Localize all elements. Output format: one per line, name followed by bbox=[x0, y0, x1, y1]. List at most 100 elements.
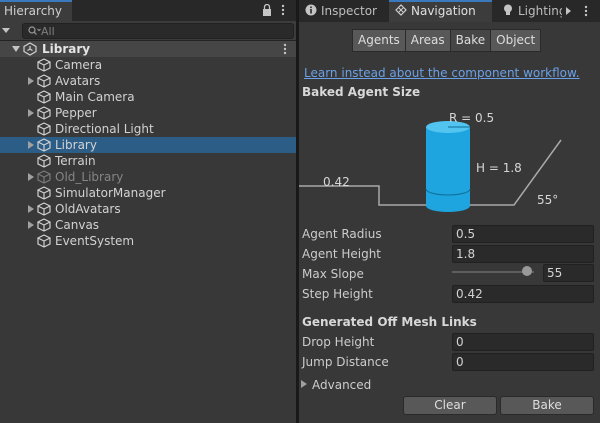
hierarchy-item-label: EventSystem bbox=[55, 234, 135, 248]
hierarchy-item[interactable]: Library bbox=[0, 137, 296, 153]
hierarchy-search-box[interactable] bbox=[22, 23, 294, 39]
scene-name: Library bbox=[42, 42, 91, 56]
step-label: 0.42 bbox=[323, 175, 350, 189]
lock-icon[interactable] bbox=[262, 4, 272, 16]
hierarchy-panel: Hierarchy Library CameraAva bbox=[0, 0, 296, 423]
tab-inspector-label: Inspector bbox=[321, 4, 377, 18]
tab-lighting-label: Lighting bbox=[518, 4, 562, 18]
gameobject-cube-icon bbox=[37, 138, 51, 152]
hierarchy-item-label: OldAvatars bbox=[55, 202, 121, 216]
inspector-tab-bar: Inspector Navigation Lighting bbox=[299, 0, 600, 22]
nav-tab-agents[interactable]: Agents bbox=[352, 29, 405, 52]
gameobject-cube-icon bbox=[37, 170, 51, 184]
info-icon bbox=[305, 4, 317, 16]
tab-navigation[interactable]: Navigation bbox=[389, 0, 492, 22]
nav-tab-object[interactable]: Object bbox=[490, 29, 542, 52]
scene-row[interactable]: Library bbox=[0, 41, 296, 57]
offmesh-links-heading: Generated Off Mesh Links bbox=[302, 315, 477, 329]
step-height-field[interactable]: 0.42 bbox=[452, 285, 594, 303]
tab-lighting[interactable]: Lighting bbox=[496, 0, 562, 22]
agent-cylinder bbox=[425, 121, 471, 212]
fold-collapsed-icon[interactable] bbox=[28, 141, 34, 149]
max-slope-slider-handle[interactable] bbox=[522, 266, 533, 276]
create-dropdown-icon[interactable] bbox=[2, 28, 10, 33]
hierarchy-item[interactable]: Old_Library bbox=[0, 169, 296, 185]
advanced-foldout-label[interactable]: Advanced bbox=[312, 378, 371, 392]
fold-collapsed-icon[interactable] bbox=[28, 77, 34, 85]
fold-collapsed-icon[interactable] bbox=[28, 221, 34, 229]
bake-button[interactable]: Bake bbox=[500, 396, 594, 415]
lightbulb-icon bbox=[504, 4, 512, 15]
jump-distance-field[interactable]: 0 bbox=[452, 353, 594, 371]
hierarchy-item-label: SimulatorManager bbox=[55, 186, 166, 200]
gameobject-cube-icon bbox=[37, 58, 51, 72]
hierarchy-item[interactable]: Main Camera bbox=[0, 89, 296, 105]
search-icon bbox=[28, 26, 41, 35]
hierarchy-tab[interactable]: Hierarchy bbox=[0, 0, 72, 21]
navigation-compass-icon bbox=[395, 4, 407, 16]
gameobject-cube-icon bbox=[37, 218, 51, 232]
fold-collapsed-icon[interactable] bbox=[28, 173, 34, 181]
gameobject-cube-icon bbox=[37, 122, 51, 136]
hierarchy-item-label: Terrain bbox=[55, 154, 96, 168]
hierarchy-item-label: Old_Library bbox=[55, 170, 124, 184]
gameobject-cube-icon bbox=[37, 106, 51, 120]
fold-expanded-icon[interactable] bbox=[12, 46, 20, 52]
clear-button[interactable]: Clear bbox=[403, 396, 497, 415]
max-slope-field[interactable]: 55 bbox=[543, 264, 594, 282]
gameobject-cube-icon bbox=[37, 202, 51, 216]
hierarchy-item[interactable]: OldAvatars bbox=[0, 201, 296, 217]
hierarchy-item[interactable]: Camera bbox=[0, 57, 296, 73]
hierarchy-item[interactable]: Terrain bbox=[0, 153, 296, 169]
scene-kebab-icon[interactable] bbox=[283, 43, 287, 55]
gameobject-cube-icon bbox=[37, 154, 51, 168]
hierarchy-item[interactable]: Avatars bbox=[0, 73, 296, 89]
unity-scene-icon bbox=[23, 42, 37, 56]
tab-inspector[interactable]: Inspector bbox=[299, 0, 389, 22]
gameobject-cube-icon bbox=[37, 90, 51, 104]
hierarchy-item[interactable]: EventSystem bbox=[0, 233, 296, 249]
kebab-menu-icon[interactable] bbox=[281, 4, 285, 16]
hierarchy-item-label: Pepper bbox=[55, 106, 97, 120]
gameobject-cube-icon bbox=[37, 74, 51, 88]
drop-height-label: Drop Height bbox=[302, 335, 375, 349]
hierarchy-item[interactable]: Pepper bbox=[0, 105, 296, 121]
agent-size-diagram: R = 0.5 H = 1.8 0.42 55° bbox=[299, 111, 562, 212]
agent-radius-label: Agent Radius bbox=[302, 227, 382, 241]
hierarchy-item-label: Library bbox=[55, 138, 97, 152]
drop-height-field[interactable]: 0 bbox=[452, 333, 594, 351]
nav-tab-areas[interactable]: Areas bbox=[404, 29, 450, 52]
hierarchy-item-label: Main Camera bbox=[55, 90, 135, 104]
nav-tab-bake[interactable]: Bake bbox=[449, 29, 491, 52]
agent-radius-field[interactable]: 0.5 bbox=[452, 225, 594, 243]
agent-height-field[interactable]: 1.8 bbox=[452, 245, 594, 263]
radius-label: R = 0.5 bbox=[449, 111, 494, 125]
inspector-kebab-icon[interactable] bbox=[584, 5, 588, 17]
gameobject-cube-icon bbox=[37, 234, 51, 248]
step-height-label: Step Height bbox=[302, 287, 373, 301]
hierarchy-item[interactable]: Directional Light bbox=[0, 121, 296, 137]
hierarchy-tab-bar: Hierarchy bbox=[0, 0, 296, 21]
hierarchy-item[interactable]: Canvas bbox=[0, 217, 296, 233]
gameobject-cube-icon bbox=[37, 186, 51, 200]
height-label: H = 1.8 bbox=[476, 161, 522, 175]
baked-agent-size-heading: Baked Agent Size bbox=[302, 85, 421, 99]
fold-collapsed-icon[interactable] bbox=[28, 109, 34, 117]
hierarchy-toolbar bbox=[0, 21, 296, 41]
agent-height-label: Agent Height bbox=[302, 247, 382, 261]
tab-navigation-label: Navigation bbox=[411, 4, 476, 18]
more-tabs-icon[interactable] bbox=[566, 7, 571, 15]
fold-collapsed-icon[interactable] bbox=[28, 205, 34, 213]
hierarchy-item-label: Canvas bbox=[55, 218, 100, 232]
hierarchy-search-input[interactable] bbox=[41, 24, 281, 38]
jump-distance-label: Jump Distance bbox=[302, 355, 389, 369]
advanced-foldout-icon[interactable] bbox=[301, 380, 307, 388]
navigation-mode-tabs: Agents Areas Bake Object bbox=[352, 29, 542, 52]
component-workflow-link[interactable]: Learn instead about the component workfl… bbox=[304, 66, 580, 80]
hierarchy-item-label: Avatars bbox=[55, 74, 101, 88]
slope-label: 55° bbox=[537, 193, 558, 207]
max-slope-label: Max Slope bbox=[302, 267, 364, 281]
hierarchy-item-label: Camera bbox=[55, 58, 103, 72]
hierarchy-item[interactable]: SimulatorManager bbox=[0, 185, 296, 201]
navigation-panel: Inspector Navigation Lighting Agents Are… bbox=[299, 0, 600, 423]
